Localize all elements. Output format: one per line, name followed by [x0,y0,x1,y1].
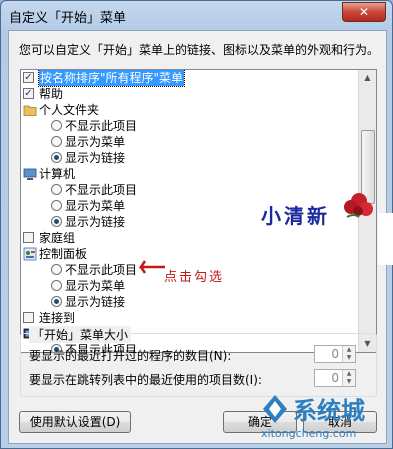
arrow-icon [138,260,165,274]
tree-item-label: 不显示此项目 [65,263,138,277]
tree-item-label: 帮助 [39,87,64,101]
click-hint-text: 点击勾选 [164,270,225,285]
tree-item-label: 显示为链接 [65,215,126,229]
tree-item[interactable]: 控制面板 [21,246,359,262]
tree-item[interactable]: 显示为链接 [21,294,359,310]
stepper-up-icon[interactable]: ▲ [342,346,355,354]
tree-item-label: 不显示此项目 [65,119,138,133]
jump-list-label: 要显示在跳转列表中的最近使用的项目数(I): [29,373,262,387]
radio-button[interactable] [51,136,62,147]
checkbox[interactable] [23,232,34,243]
folder-icon [23,103,37,117]
tree-item[interactable]: ✓ 按名称排序"所有程序"菜单 [21,70,359,87]
tree-item-label: 连接到 [39,311,76,325]
tree-item-label: 个人文件夹 [39,103,100,117]
radio-selected[interactable] [51,296,62,307]
recent-programs-label: 要显示的最近打开过的程序的数目(N): [29,349,232,363]
annotation-text: 小清新 [261,204,330,228]
white-overlay [378,213,393,265]
menu-size-group: 「开始」菜单大小 要显示的最近打开过的程序的数目(N): 0 ▲ ▼ 要显示在跳… [20,326,377,397]
flower-icon [344,193,373,218]
radio-button[interactable] [51,120,62,131]
tree-item-label: 显示为菜单 [65,279,126,293]
use-defaults-button[interactable]: 使用默认设置(D) [19,411,131,433]
close-button[interactable]: ✕ [342,2,386,22]
tree-item-label: 计算机 [39,167,76,181]
stepper-down-icon[interactable]: ▼ [342,378,355,386]
tree-item-label: 显示为菜单 [65,135,126,149]
radio-button[interactable] [51,184,62,195]
radio-button[interactable] [51,264,62,275]
radio-button[interactable] [51,280,62,291]
group-title: 「开始」菜单大小 [29,326,132,343]
tree-item-label: 控制面板 [39,247,88,261]
dialog-window: 自定义「开始」菜单 ✕ 您可以自定义「开始」菜单上的链接、图标以及菜单的外观和行… [0,0,393,449]
tree-item[interactable]: ✓ 帮助 [21,86,359,102]
window-title: 自定义「开始」菜单 [9,11,127,26]
jump-list-stepper[interactable]: 0 ▲ ▼ [314,369,356,387]
recent-programs-stepper[interactable]: 0 ▲ ▼ [314,345,356,363]
radio-selected[interactable] [51,216,62,227]
stepper-down-icon[interactable]: ▼ [342,354,355,362]
watermark-name: 系统城 [293,397,365,425]
tree-item[interactable]: 个人文件夹 [21,102,359,118]
tree-item[interactable]: 不显示此项目 [21,118,359,134]
tree-item[interactable]: 显示为链接 [21,150,359,166]
stepper-up-icon[interactable]: ▲ [342,370,355,378]
tree-item-label: 不显示此项目 [65,183,138,197]
tree-item-label: 显示为链接 [65,295,126,309]
radio-button[interactable] [51,200,62,211]
control-panel-icon [23,247,37,261]
description-text: 您可以自定义「开始」菜单上的链接、图标以及菜单的外观和行为。 [19,43,380,57]
checkbox[interactable] [23,312,34,323]
tree-item-label: 显示为菜单 [65,199,126,213]
tree-item[interactable]: 计算机 [21,166,359,182]
tree-item-label: 家庭组 [39,231,76,245]
tree-item-label: 显示为链接 [65,151,126,165]
checkbox-checked[interactable]: ✓ [23,88,34,99]
scroll-up-icon[interactable]: ▲ [359,70,376,86]
jump-list-value: 0 [331,371,339,385]
radio-selected[interactable] [51,152,62,163]
watermark-url: xitongcheng.com [261,427,357,440]
watermark: 系统城 xitongcheng.com [259,393,389,443]
computer-icon [23,167,37,181]
tree-item-label: 按名称排序"所有程序"菜单 [37,70,186,87]
recent-programs-value: 0 [331,347,339,361]
title-bar[interactable]: 自定义「开始」菜单 ✕ [1,1,392,29]
tree-item[interactable]: 不显示此项目 [21,182,359,198]
watermark-logo-icon [263,395,287,423]
tree-item[interactable]: 连接到 [21,310,359,326]
checkbox-checked[interactable]: ✓ [23,72,34,83]
tree-item[interactable]: 家庭组 [21,230,359,246]
tree-item[interactable]: 显示为菜单 [21,134,359,150]
dialog-body: 您可以自定义「开始」菜单上的链接、图标以及菜单的外观和行为。 ✓ 按名称排序"所有… [8,30,387,444]
